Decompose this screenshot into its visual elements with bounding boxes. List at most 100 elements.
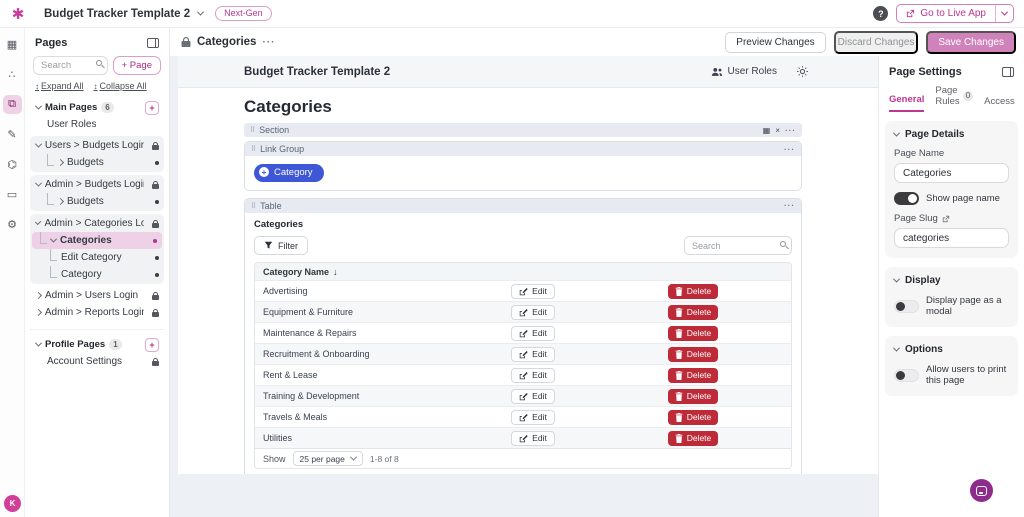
tree-item-admin-reports-login[interactable]: Admin > Reports Login (30, 304, 164, 321)
table-menu-button[interactable]: ··· (784, 201, 795, 210)
tree-item-admin-budgets-login[interactable]: Admin > Budgets Login (30, 176, 164, 193)
tree-item-budgets[interactable]: Budgets (30, 193, 164, 210)
edit-button[interactable]: Edit (511, 368, 555, 383)
page-menu-button[interactable]: ··· (262, 37, 275, 48)
drag-handle-icon[interactable]: ⠿ (250, 126, 254, 134)
section-component-bar[interactable]: ⠿ Section ▦ × ··· (244, 123, 802, 137)
delete-button[interactable]: Delete (668, 389, 719, 404)
data-icon[interactable]: ▦ (3, 35, 22, 54)
add-page-button[interactable]: + Page (113, 56, 161, 75)
display-header[interactable]: Display (894, 275, 1009, 286)
edit-button[interactable]: Edit (511, 284, 555, 299)
delete-button[interactable]: Delete (668, 284, 719, 299)
screens-icon[interactable]: ▭ (3, 185, 22, 204)
add-main-page-button[interactable]: + (145, 101, 159, 115)
edit-button[interactable]: Edit (511, 410, 555, 425)
link-group-menu-button[interactable]: ··· (784, 145, 795, 154)
chevron-down-icon[interactable] (50, 236, 57, 243)
table-row[interactable]: Rent & Lease Edit Delete (255, 364, 791, 385)
budibase-logo-icon[interactable]: ✱ (10, 5, 26, 23)
delete-button[interactable]: Delete (668, 410, 719, 425)
page-size-select[interactable]: 25 per page (293, 451, 363, 466)
table-row[interactable]: Travels & Meals Edit Delete (255, 406, 791, 427)
edit-button[interactable]: Edit (511, 305, 555, 320)
tab-page-rules[interactable]: Page Rules 0 (935, 85, 973, 112)
tree-item-admin-categories-login[interactable]: Admin > Categories Login (30, 215, 164, 232)
page-name-input[interactable] (894, 163, 1009, 183)
collapse-all-link[interactable]: ↕Collapse All (94, 81, 147, 91)
expand-all-link[interactable]: ↕Expand All (35, 81, 84, 91)
edit-button[interactable]: Edit (511, 326, 555, 341)
discard-changes-button[interactable]: Discard Changes (834, 31, 919, 54)
table-row[interactable]: Equipment & Furniture Edit Delete (255, 301, 791, 322)
collapse-panel-icon[interactable] (1002, 67, 1014, 77)
user-roles-nav-item[interactable]: User Roles (711, 66, 777, 77)
preview-changes-button[interactable]: Preview Changes (725, 32, 825, 53)
chevron-right-icon[interactable] (35, 292, 42, 299)
collapse-panel-icon[interactable] (147, 38, 159, 48)
user-avatar[interactable]: K (4, 495, 21, 512)
table-row[interactable]: Recruitment & Onboarding Edit Delete (255, 343, 791, 364)
design-icon[interactable]: ✎ (3, 125, 22, 144)
delete-button[interactable]: Delete (668, 431, 719, 446)
table-component-bar[interactable]: ⠿ Table ··· (245, 199, 801, 213)
help-button[interactable]: ? (873, 6, 888, 21)
chevron-right-icon[interactable] (35, 309, 42, 316)
chevron-down-icon[interactable] (35, 180, 42, 187)
tree-item-budgets[interactable]: Budgets (30, 154, 164, 171)
columns-icon[interactable]: ▦ (763, 126, 771, 135)
tree-item-edit-category[interactable]: Edit Category (30, 249, 164, 266)
page-details-header[interactable]: Page Details (894, 129, 1009, 140)
tree-item-category[interactable]: Category (30, 266, 164, 283)
add-profile-page-button[interactable]: + (145, 338, 159, 352)
chevron-right-icon[interactable] (57, 198, 64, 205)
external-link-icon[interactable] (942, 215, 950, 223)
chevron-right-icon[interactable] (57, 159, 64, 166)
automations-icon[interactable]: ⌬ (3, 155, 22, 174)
column-header-category-name[interactable]: Category Name ↓ (255, 263, 791, 280)
edit-button[interactable]: Edit (511, 431, 555, 446)
show-page-name-toggle[interactable] (894, 192, 919, 205)
edit-button[interactable]: Edit (511, 389, 555, 404)
tree-item-admin-users-login[interactable]: Admin > Users Login (30, 287, 164, 304)
tab-general[interactable]: General (889, 94, 924, 112)
tree-item-account-settings[interactable]: Account Settings (30, 353, 164, 370)
chevron-down-icon[interactable] (35, 340, 42, 347)
drag-handle-icon[interactable]: ⠿ (251, 202, 255, 210)
chevron-down-icon[interactable] (35, 103, 42, 110)
delete-button[interactable]: Delete (668, 326, 719, 341)
options-header[interactable]: Options (894, 344, 1009, 355)
go-live-dropdown-button[interactable] (996, 5, 1013, 22)
delete-button[interactable]: Delete (668, 305, 719, 320)
theme-sun-icon[interactable] (797, 66, 808, 77)
go-to-live-app-button[interactable]: Go to Live App (897, 5, 996, 22)
save-changes-button[interactable]: Save Changes (926, 31, 1016, 54)
shrink-icon[interactable]: × (775, 126, 780, 135)
delete-button[interactable]: Delete (668, 368, 719, 383)
filter-button[interactable]: Filter (254, 236, 308, 255)
tree-group-profile-pages[interactable]: Profile Pages 1 + (30, 336, 164, 353)
chevron-down-icon[interactable] (35, 219, 42, 226)
drag-handle-icon[interactable]: ⠿ (251, 145, 255, 153)
edit-button[interactable]: Edit (511, 347, 555, 362)
section-menu-button[interactable]: ··· (785, 126, 796, 135)
display-modal-toggle[interactable] (894, 300, 919, 313)
table-row[interactable]: Utilities Edit Delete (255, 427, 791, 448)
tree-item-users-budgets-login[interactable]: Users > Budgets Login (30, 137, 164, 154)
delete-button[interactable]: Delete (668, 347, 719, 362)
users-icon[interactable]: ∴ (3, 65, 22, 84)
table-search-input[interactable] (684, 236, 792, 255)
settings-icon[interactable]: ⚙ (3, 215, 22, 234)
tree-item-categories-selected[interactable]: Categories (32, 232, 162, 249)
app-menu-chevron-icon[interactable] (197, 9, 204, 16)
table-row[interactable]: Maintenance & Repairs Edit Delete (255, 322, 791, 343)
page-slug-input[interactable] (894, 228, 1009, 248)
print-page-toggle[interactable] (894, 369, 919, 382)
chevron-down-icon[interactable] (35, 141, 42, 148)
link-group-component-bar[interactable]: ⠿ Link Group ··· (245, 142, 801, 156)
table-row[interactable]: Advertising Edit Delete (255, 280, 791, 301)
chat-widget-button[interactable] (970, 479, 993, 502)
category-nav-button[interactable]: + Category (254, 164, 324, 182)
tree-group-main-pages[interactable]: Main Pages 6 + (30, 99, 164, 116)
table-row[interactable]: Training & Development Edit Delete (255, 385, 791, 406)
